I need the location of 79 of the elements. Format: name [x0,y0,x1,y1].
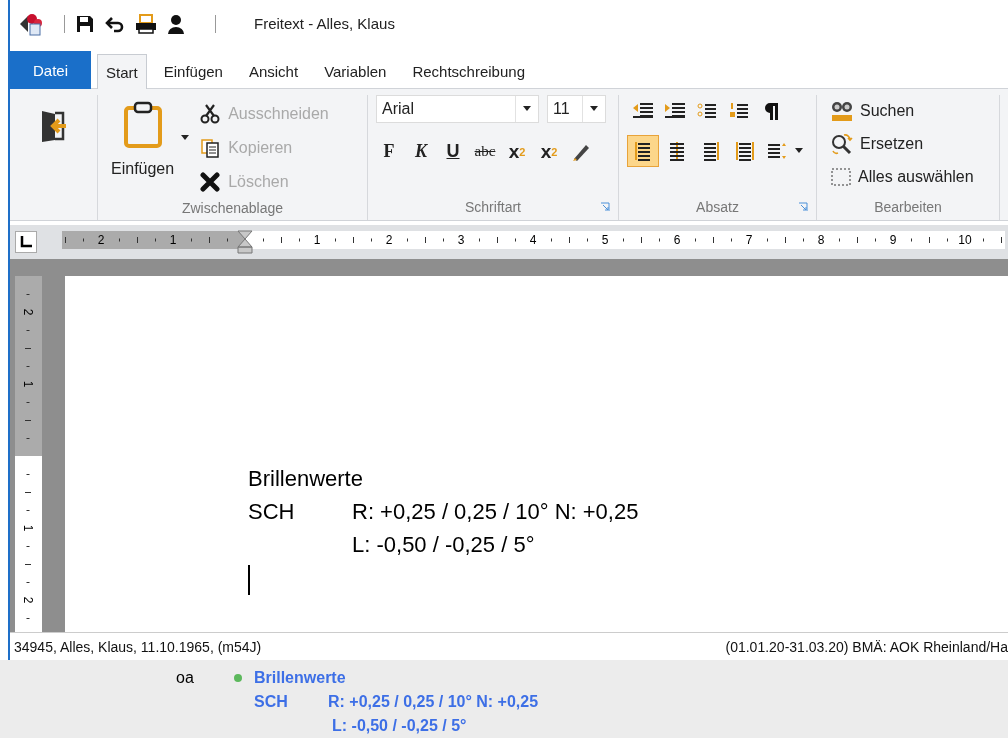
caret-icon [795,148,803,154]
ruler-number: 4 [529,232,537,247]
group-label: Absatz [696,198,739,215]
binoculars-icon [830,99,854,122]
strike-button[interactable]: abc [472,136,498,167]
ribbon-tab[interactable]: Einfügen [154,52,232,88]
superscript-button[interactable]: x$^{2}$ [536,136,562,167]
ruler-number: 1 [21,524,35,532]
text-cursor [248,564,250,595]
search-button[interactable]: Suchen [825,94,999,127]
outdent-icon [632,101,654,120]
ruler-number: 7 [745,232,753,247]
ruler-number: 9 [889,232,897,247]
dashed-selection-icon [830,165,852,188]
file-menu-tab[interactable]: Datei [10,50,92,89]
app-icon[interactable] [18,11,44,36]
font-name-dropdown[interactable]: Arial [376,94,539,123]
ruler-number: 6 [673,232,681,247]
indent-icon [664,101,686,120]
ribbon-tab[interactable]: Variablen [315,52,396,88]
ruler-number: 1 [313,232,321,247]
window-title: Freitext - Alles, Klaus [254,15,395,33]
document-text: SCH [248,498,295,524]
document-text: Brillenwerte [248,464,363,493]
ruler-number: 5 [601,232,609,247]
group-label: Zwischenablage [180,199,285,219]
replace-button[interactable]: Ersetzen [825,127,999,160]
pilcrow-icon [762,100,780,121]
justify-icon [734,139,756,162]
clipboard-icon [122,99,163,148]
document-text: R: +0,25 / 0,25 / 10° N: +0,25 [352,497,639,526]
printer-icon[interactable] [135,13,157,34]
ruler-number: 2 [21,308,35,316]
ruler-number: 1 [21,380,35,388]
select-all-button[interactable]: Alles auswählen [825,160,999,193]
magnifier-arrows-icon [830,132,854,155]
ribbon-tab[interactable]: Start [97,53,147,89]
ruler-number: 3 [457,232,465,247]
caret-icon[interactable] [523,106,531,112]
caret-icon[interactable] [181,134,190,140]
bold-button[interactable]: F [376,136,402,167]
left-tab-icon [20,235,32,248]
dialog-launcher-icon[interactable] [798,201,808,212]
entry-code: oa [176,668,195,688]
entry-text: L: -0,50 / -0,25 / 5° [332,716,467,736]
entry-text: Brillenwerte [254,668,346,688]
insurance-info: (01.01.20-31.03.20) BMÄ: AOK Rheinland/Ha [725,638,1008,655]
copy-icon [200,137,221,158]
italic-button[interactable]: K [408,136,434,167]
paste-button[interactable]: Einfügen [106,94,180,197]
entry-text: R: +0,25 / 0,25 / 10° N: +0,25 [328,692,539,712]
caret-icon[interactable] [590,106,598,112]
align-left-button[interactable] [627,134,659,167]
tab-stop-button[interactable] [15,230,37,253]
ruler-number: 8 [817,232,825,247]
ruler-number: 2 [97,232,105,247]
ruler-number: 10 [958,232,972,247]
numbered-list-icon [729,101,749,120]
ruler-number: 2 [385,232,393,247]
line-spacing-icon [767,141,789,160]
group-label: Bearbeiten [873,197,943,217]
dialog-launcher-icon[interactable] [600,201,610,212]
ruler-number: 2 [21,596,35,604]
document-page[interactable]: Brillenwerte SCH R: +0,25 / 0,25 / 10° N: +0,25 L: -0,50 / -0,25 / 5° [65,275,1008,633]
bullet-list-icon [697,101,717,120]
cross-icon [200,171,221,192]
save-icon[interactable] [75,13,95,34]
ribbon-tab[interactable]: Rechtschreibung [403,52,534,88]
indent-marker[interactable] [237,230,253,254]
document-text: L: -0,50 / -0,25 / 5° [352,530,535,559]
entry-text: SCH [254,693,288,710]
scissors-icon [200,103,221,124]
person-icon[interactable] [167,13,185,34]
font-size-dropdown[interactable]: 11 [547,94,606,123]
ribbon-tab[interactable]: Ansicht [239,52,308,88]
group-label: Schriftart [465,198,521,215]
ruler-number: 1 [169,232,177,247]
patient-info: 34945, Alles, Klaus, 11.10.1965, (m54J) [14,638,262,655]
underline-button[interactable]: U [440,136,466,167]
